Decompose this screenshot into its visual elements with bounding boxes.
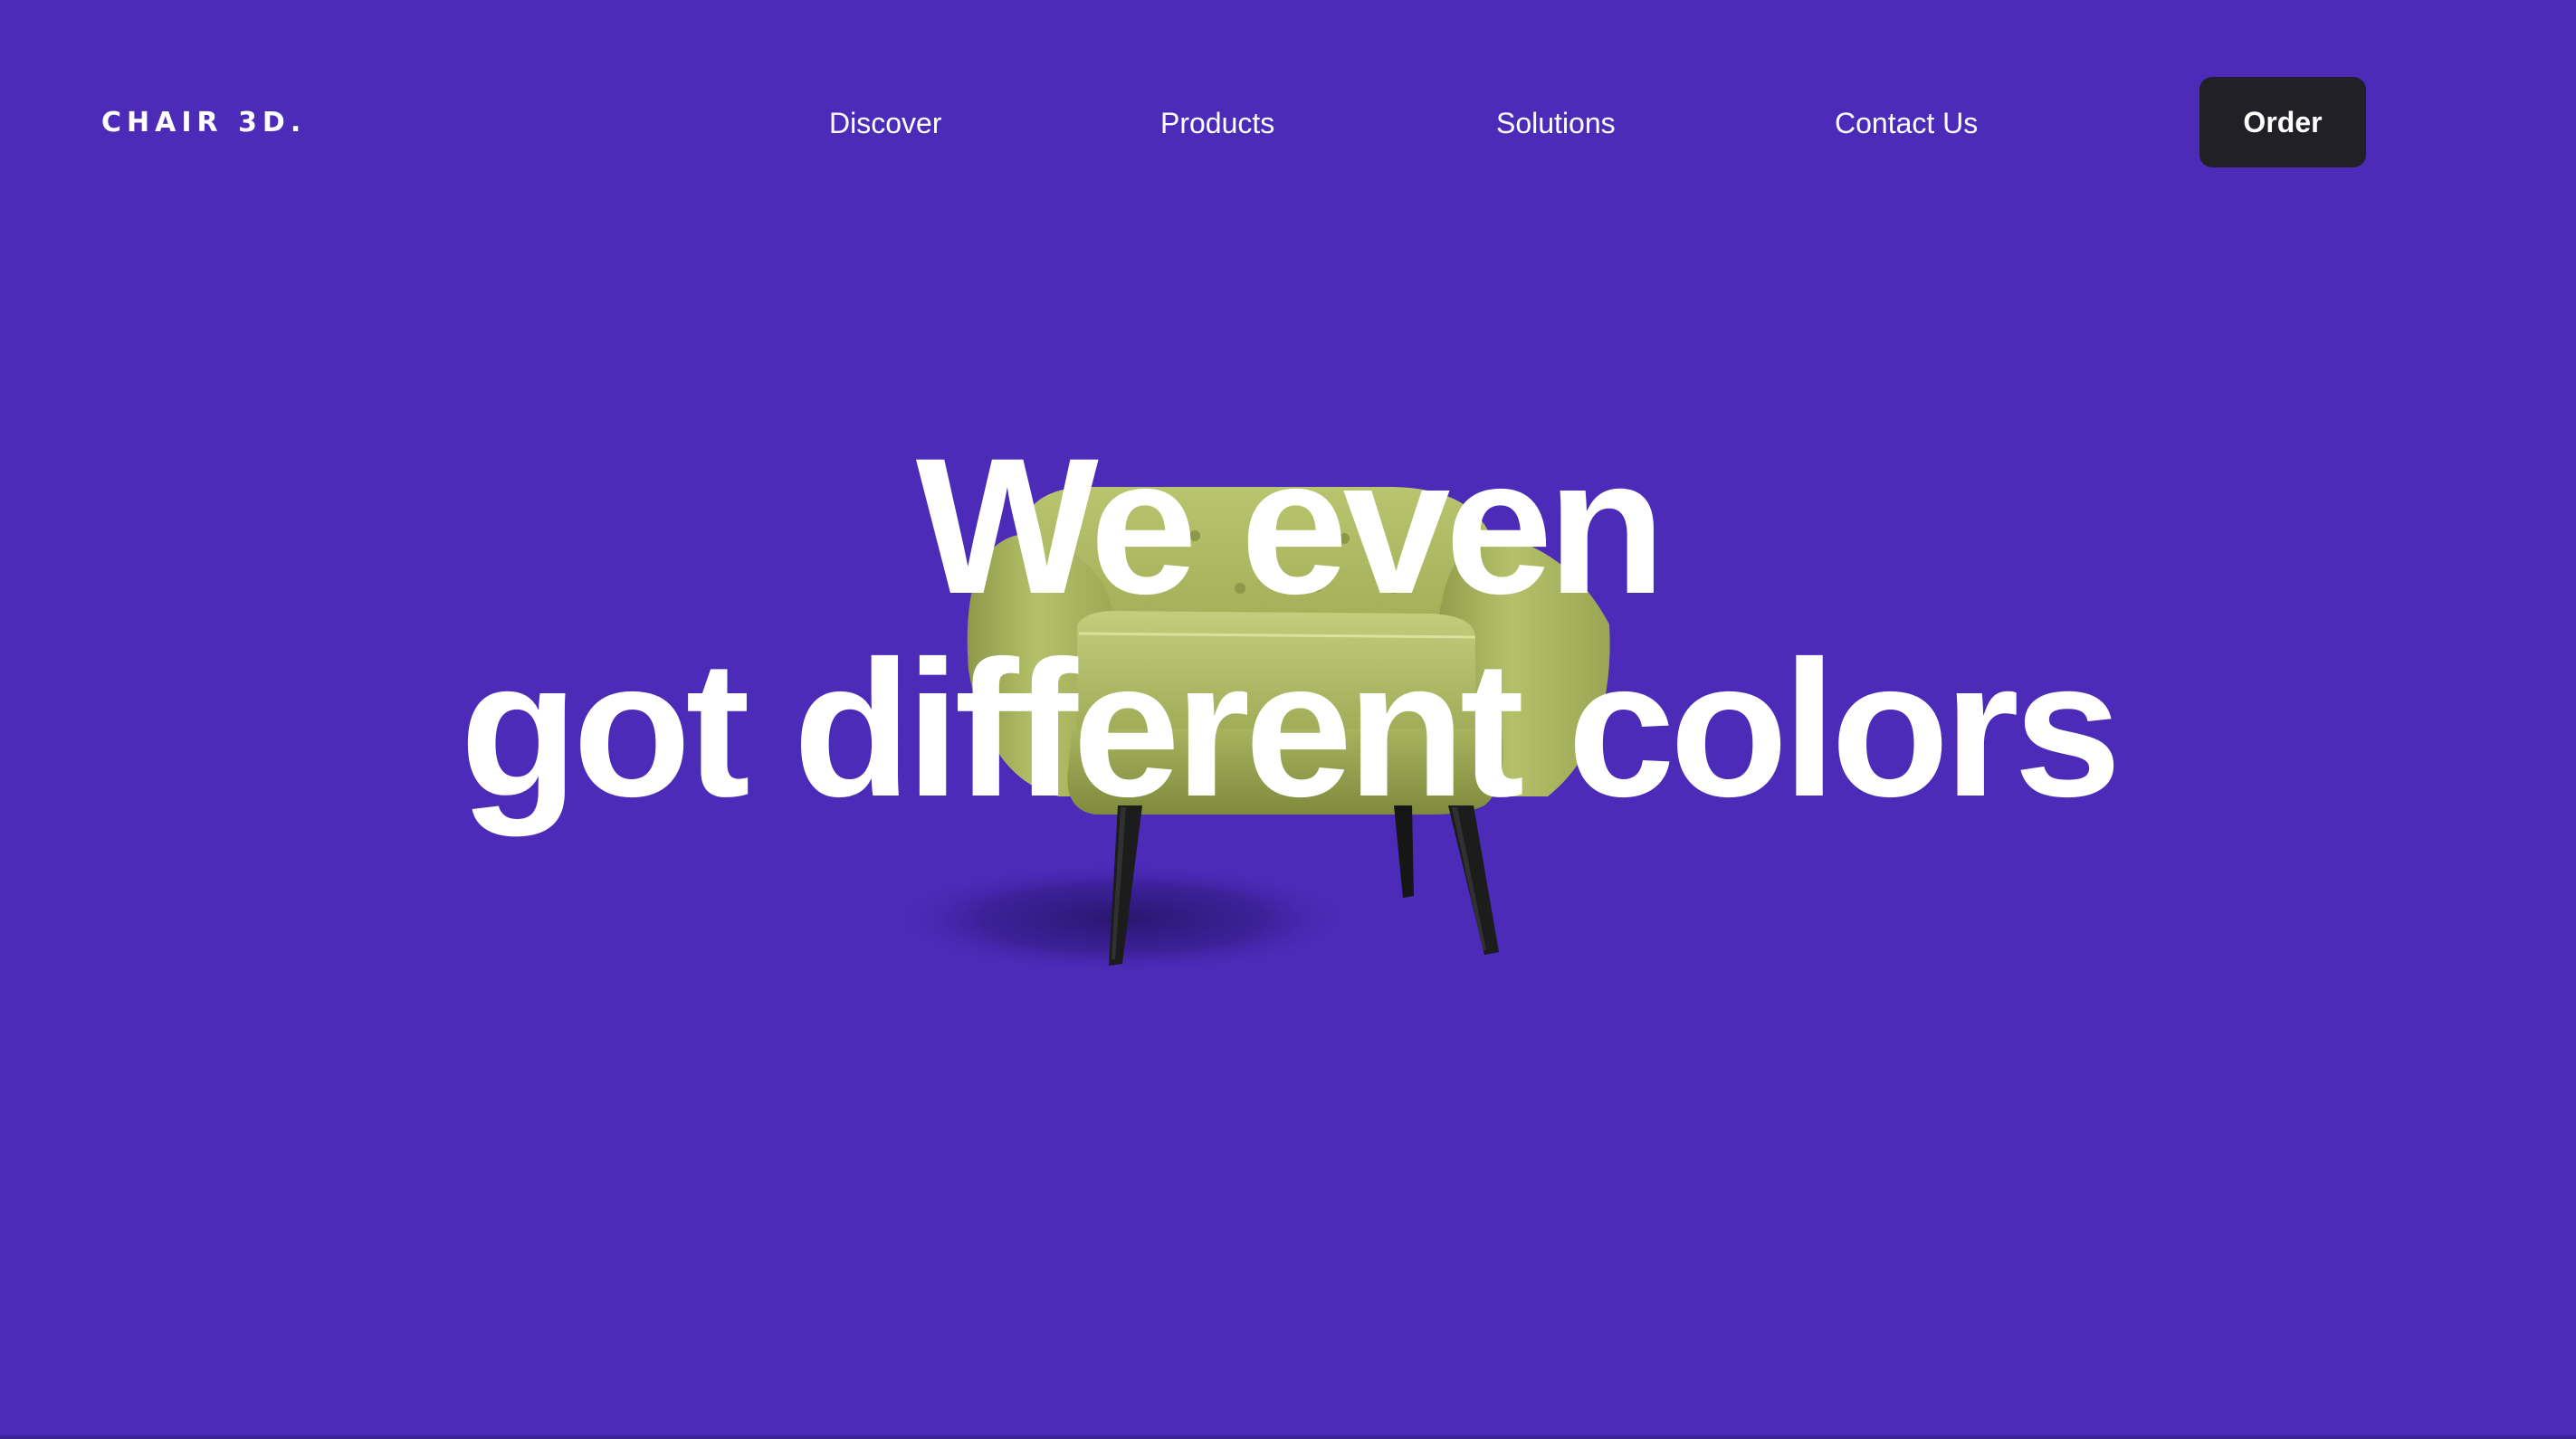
- headline-line-2: got different colors: [460, 621, 2122, 837]
- nav-link-discover[interactable]: Discover: [829, 105, 941, 141]
- logo[interactable]: CHAIR 3D.: [101, 105, 306, 141]
- nav-link-contact-us[interactable]: Contact Us: [1835, 105, 1978, 141]
- page-bottom-edge: [0, 1435, 2576, 1439]
- nav-link-solutions[interactable]: Solutions: [1496, 105, 1616, 141]
- headline-line-1: We even: [915, 418, 1665, 634]
- order-button[interactable]: Order: [2199, 77, 2366, 167]
- nav-link-products[interactable]: Products: [1160, 105, 1274, 141]
- hero-headline: We even got different colors: [0, 425, 2576, 831]
- landing-page: CHAIR 3D. Discover Products Solutions Co…: [0, 0, 2576, 1439]
